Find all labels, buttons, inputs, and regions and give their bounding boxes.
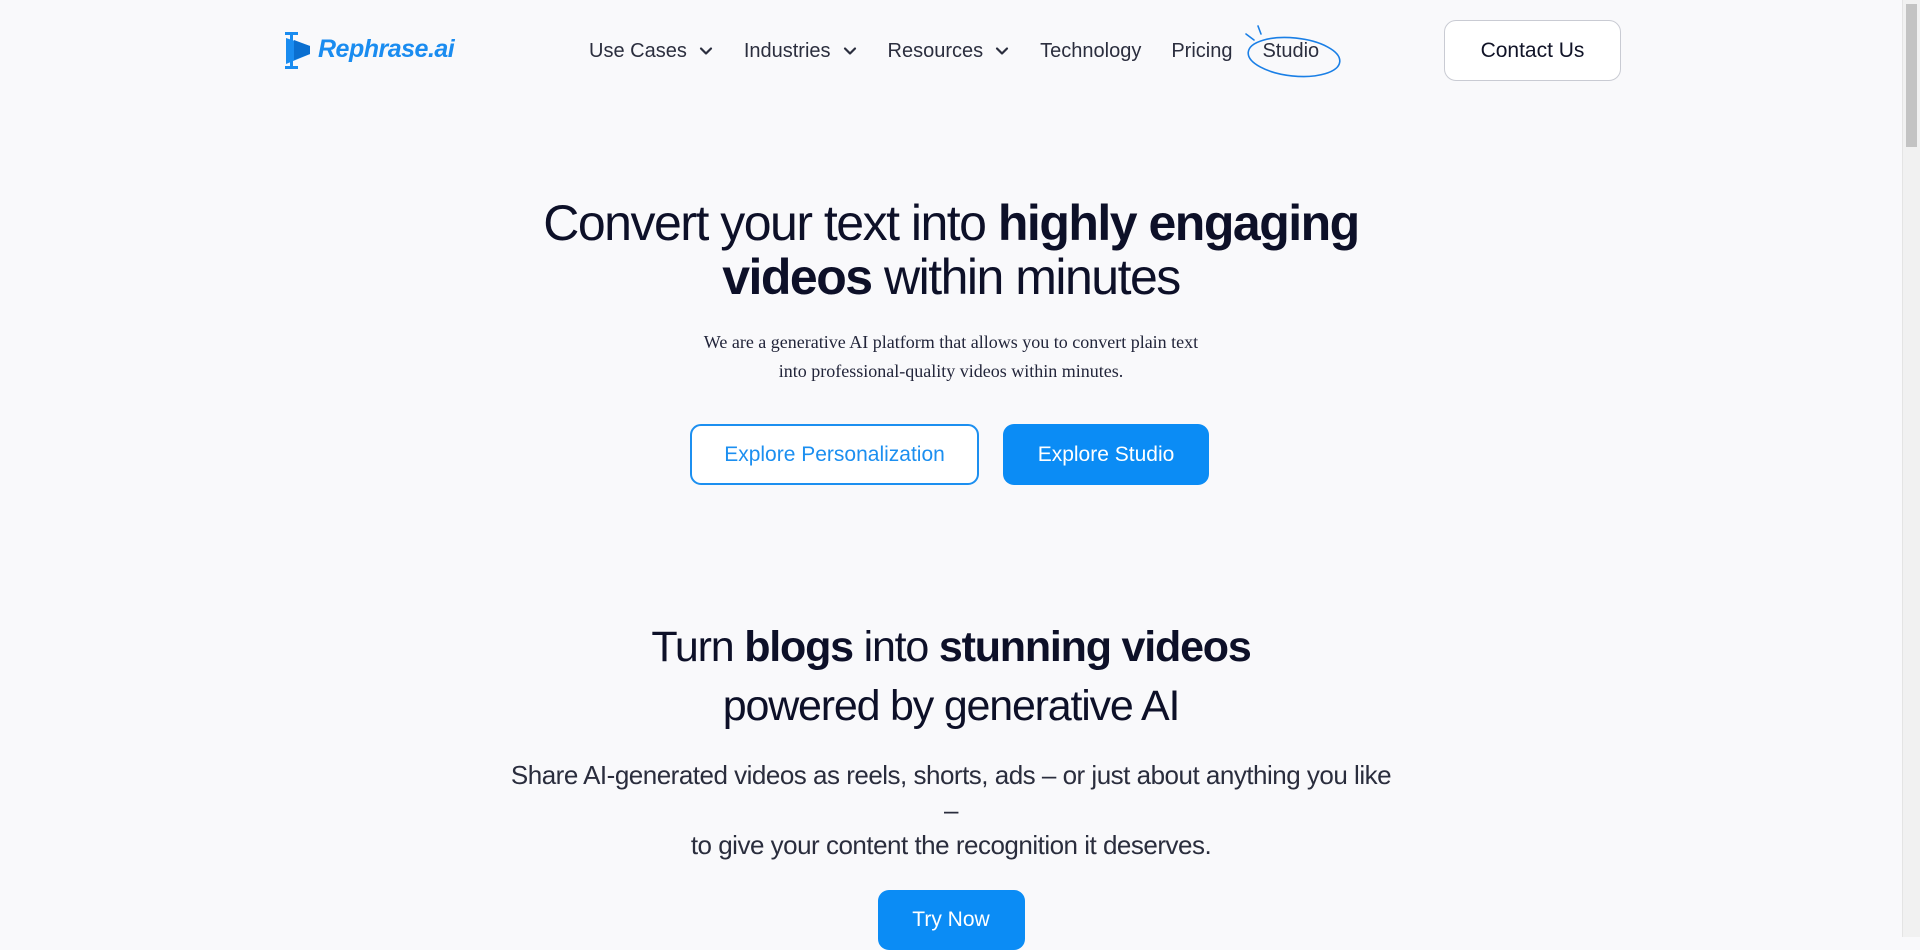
explore-studio-button[interactable]: Explore Studio [1003,424,1209,485]
nav-pricing-label: Pricing [1171,39,1233,62]
chevron-down-icon [843,47,856,55]
nav-technology-label: Technology [1040,39,1142,62]
nav-resources[interactable]: Resources [888,40,1011,63]
hero-buttons: Explore Personalization Explore Studio [0,424,1902,485]
nav-use-cases[interactable]: Use Cases [589,40,714,63]
blogs-section-title: Turn blogs into stunning videos powered … [0,618,1902,736]
hero-title-bold1: highly engaging [997,195,1360,251]
explore-personalization-button[interactable]: Explore Personalization [690,424,979,485]
s2-subtitle-line2: to give your content the recognition it … [690,830,1212,860]
s2-title-bold1: blogs [744,623,854,671]
hero-title-part2: within minutes [871,249,1181,305]
nav-technology[interactable]: Technology [1040,40,1141,63]
nav-pricing[interactable]: Pricing [1171,40,1232,63]
blogs-section-subtitle: Share AI-generated videos as reels, shor… [501,758,1401,863]
try-now-button[interactable]: Try Now [877,890,1025,950]
contact-us-button[interactable]: Contact Us [1444,20,1621,81]
rephrase-logo-icon [285,32,310,69]
s2-title-part2: into [852,623,939,671]
nav-industries[interactable]: Industries [744,40,858,63]
nav-studio-label: Studio [1262,39,1320,62]
chevron-down-icon [996,47,1009,55]
nav-use-cases-label: Use Cases [589,39,687,62]
blogs-section: Turn blogs into stunning videos powered … [0,618,1902,950]
s2-title-part1: Turn [651,623,745,671]
site-header: Rephrase.ai Use Cases Industries Resourc… [0,0,1902,100]
page-scrollbar[interactable] [1902,0,1920,937]
hero-subtitle-line2: into professional-quality videos within … [778,361,1124,381]
chevron-down-icon [699,47,712,55]
hero-title-bold2: videos [722,249,873,305]
nav-resources-label: Resources [887,39,984,62]
logo-text: Rephrase.ai [318,34,455,63]
hero-title-part1: Convert your text into [543,195,998,251]
s2-subtitle-line1: Share AI-generated videos as reels, shor… [510,760,1392,825]
hero-subtitle: We are a generative AI platform that all… [671,328,1231,386]
hero-section: Convert your text into highly engaging v… [0,196,1902,485]
logo-link[interactable]: Rephrase.ai [280,26,455,72]
s2-title-bold2: stunning videos [938,623,1252,671]
main-nav: Use Cases Industries Resources Technolog… [589,24,1342,77]
nav-studio[interactable]: Studio [1245,24,1342,77]
hero-subtitle-line1: We are a generative AI platform that all… [703,332,1199,352]
hero-title: Convert your text into highly engaging v… [0,196,1902,304]
scrollbar-thumb[interactable] [1906,4,1917,147]
s2-title-line2: powered by generative AI [722,682,1181,730]
nav-industries-label: Industries [743,39,831,62]
